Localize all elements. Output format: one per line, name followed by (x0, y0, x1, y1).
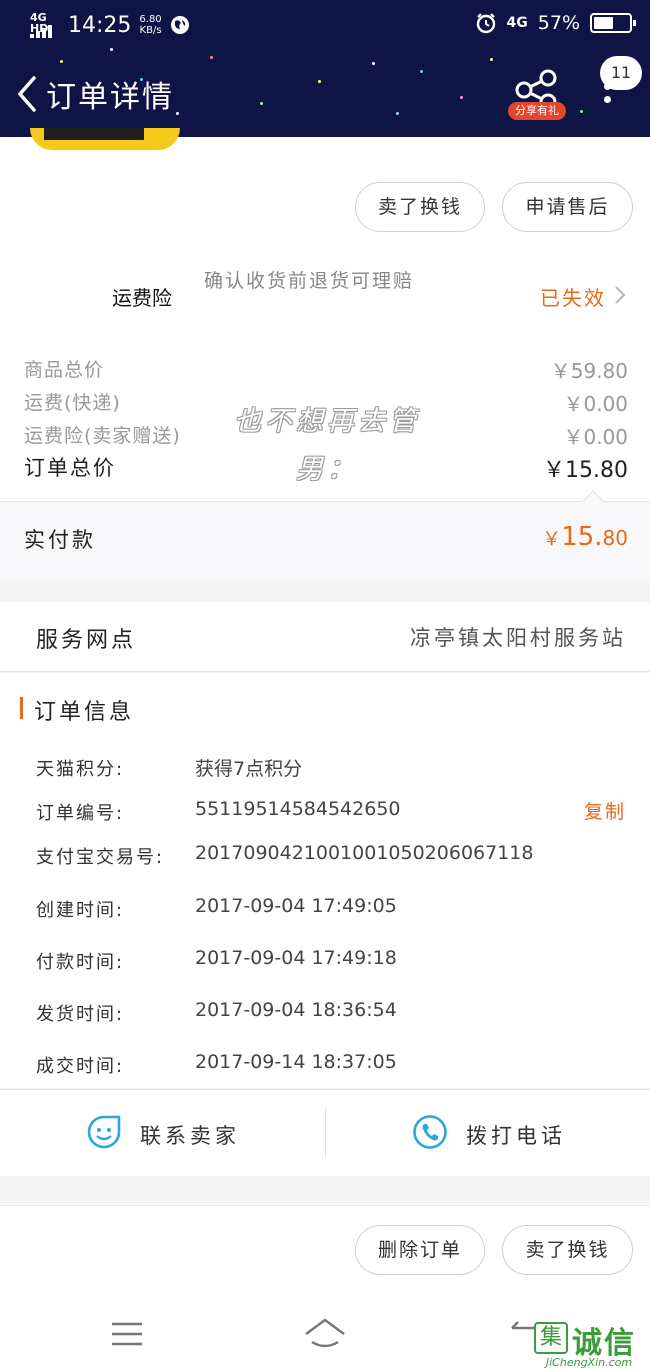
order-info-title: 订单信息 (34, 700, 135, 725)
menu-icon[interactable] (110, 1320, 144, 1348)
points-value: 获得7点积分 (195, 758, 303, 780)
shipping-insurance-description: 确认收货前退货可理赔 (204, 270, 415, 292)
status-bar: 4G HD 14:25 6.80 KB/s 4G 57% (0, 10, 650, 44)
star-decoration (580, 110, 583, 113)
more-menu-icon[interactable] (598, 80, 616, 120)
mobile-network: 4G (506, 15, 528, 31)
overlay-line-1: 也不想再去管 (234, 406, 420, 437)
copy-order-number-button[interactable]: 复制 (584, 797, 626, 824)
star-decoration (210, 56, 213, 59)
star-decoration (460, 96, 463, 99)
battery-percent: 57% (537, 12, 580, 34)
phone-icon[interactable] (412, 1114, 448, 1150)
insurance-fee-label: 运费险(卖家赠送) (24, 425, 181, 447)
contact-divider (325, 1108, 326, 1158)
star-decoration (318, 80, 321, 83)
sell-for-cash-button[interactable]: 卖了换钱 (355, 182, 485, 232)
delete-order-button[interactable]: 删除订单 (355, 1225, 485, 1275)
points-key: 天猫积分: (36, 759, 125, 780)
star-decoration (490, 58, 493, 61)
call-phone-button[interactable]: 拨打电话 (466, 1120, 566, 1150)
paid-time-key: 付款时间: (36, 952, 125, 973)
share-gift-label[interactable]: 分享有礼 (508, 102, 566, 120)
page-title: 订单详情 (46, 80, 174, 115)
back-arrow-icon[interactable] (12, 74, 42, 114)
shipping-insurance-label: 运费险 (112, 286, 172, 310)
star-decoration (260, 102, 263, 105)
chevron-right-icon[interactable] (612, 284, 628, 306)
product-image (30, 128, 180, 150)
battery-icon (590, 13, 636, 33)
network-signal-icon: 4G HD (30, 12, 60, 38)
network-speed: 6.80 KB/s (139, 14, 161, 36)
service-point-label: 服务网点 (36, 628, 137, 653)
chat-face-icon[interactable] (86, 1114, 122, 1150)
shipped-time-value: 2017-09-04 18:36:54 (195, 999, 397, 1021)
actual-payment-label: 实付款 (24, 528, 96, 552)
created-time-key: 创建时间: (36, 900, 125, 921)
currency-symbol: ￥ (542, 528, 562, 550)
overlay-line-2: 男： (296, 454, 358, 485)
pointer-arrow (582, 490, 604, 502)
order-total-value: ￥15.80 (543, 458, 628, 483)
watermark-box-char: 集 (534, 1322, 568, 1354)
actual-payment-value: ￥15.80 (542, 522, 628, 552)
star-decoration (396, 112, 399, 115)
order-number-key: 订单编号: (36, 803, 125, 824)
watermark-url: JiChengXin.com (545, 1356, 633, 1369)
star-decoration (110, 48, 113, 51)
speed-value: 6.80 (139, 14, 162, 25)
sell-for-cash-button-bottom[interactable]: 卖了换钱 (502, 1225, 633, 1275)
home-icon[interactable] (302, 1316, 348, 1350)
payment-decimal: 80 (602, 526, 628, 550)
service-point-value: 凉亭镇太阳村服务站 (410, 626, 626, 650)
payment-integer: 15. (561, 522, 603, 552)
star-decoration (176, 112, 179, 115)
order-number-value: 55119514584542650 (195, 798, 401, 820)
alipay-trade-value: 2017090421001001050206067118 (195, 842, 534, 864)
apply-after-sale-button[interactable]: 申请售后 (502, 182, 633, 232)
shipped-time-key: 发货时间: (36, 1004, 125, 1025)
completed-time-key: 成交时间: (36, 1056, 125, 1077)
globe-icon (170, 16, 189, 34)
order-total-label: 订单总价 (24, 456, 116, 480)
completed-time-value: 2017-09-14 18:37:05 (195, 1051, 397, 1073)
insurance-fee-value: ￥0.00 (563, 425, 628, 449)
header-bar: 4G HD 14:25 6.80 KB/s 4G 57% 订单详情 分享有礼 1… (0, 0, 650, 137)
shipping-fee-label: 运费(快递) (24, 392, 121, 414)
overlay-caption: 也不想再去管 男： (222, 398, 432, 494)
section-accent-bar (20, 697, 23, 719)
star-decoration (420, 70, 423, 73)
paid-time-value: 2017-09-04 17:49:18 (195, 947, 397, 969)
goods-total-label: 商品总价 (24, 359, 105, 381)
goods-total-value: ￥59.80 (550, 359, 628, 383)
star-decoration (372, 62, 375, 65)
shipping-fee-value: ￥0.00 (563, 392, 628, 416)
alarm-icon (476, 13, 495, 34)
speed-unit: KB/s (139, 25, 162, 36)
shipping-insurance-status[interactable]: 已失效 (540, 282, 606, 311)
created-time-value: 2017-09-04 17:49:05 (195, 895, 397, 917)
star-decoration (60, 60, 63, 63)
watermark-logo: 集 诚信 JiChengXin.com (528, 1318, 650, 1372)
contact-seller-button[interactable]: 联系卖家 (140, 1120, 240, 1150)
status-time: 14:25 (68, 12, 132, 38)
alipay-trade-key: 支付宝交易号: (36, 847, 165, 868)
